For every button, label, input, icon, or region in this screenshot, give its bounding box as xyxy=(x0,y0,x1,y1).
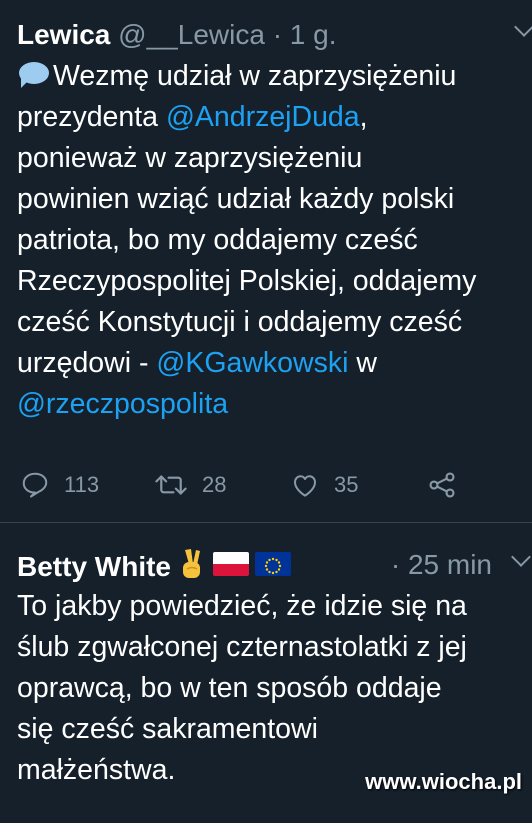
author-name[interactable]: Lewica xyxy=(17,19,110,50)
tweet-line: urzędowi - @KGawkowski w xyxy=(17,343,532,384)
author-name[interactable]: Betty White xyxy=(17,551,171,582)
speech-balloon-icon xyxy=(17,61,51,89)
chevron-down-icon[interactable] xyxy=(514,17,532,37)
reply-count: 113 xyxy=(64,472,100,497)
tweet-time[interactable]: 1 g. xyxy=(290,19,337,50)
tweet-text-segment: oprawcą, bo w ten sposób oddaje xyxy=(17,672,442,704)
tweet-lewica[interactable]: Lewica @__Lewica · 1 g. Wezmę udział w z… xyxy=(0,0,532,520)
tweet-text-segment: powinien wziąć udział każdy polski xyxy=(17,183,455,215)
author-handle[interactable]: @__Lewica xyxy=(118,19,265,50)
tweet-line: się cześć sakramentowi xyxy=(17,709,532,750)
tweet-text-segment: Wezmę udział w zaprzysiężeniu xyxy=(53,60,457,92)
share-icon xyxy=(429,472,455,498)
tweet-text-segment: prezydenta xyxy=(17,101,166,133)
tweet-time-block: · 25 min xyxy=(391,548,492,582)
tweet-divider xyxy=(0,522,532,523)
reply-icon xyxy=(22,472,48,498)
tweet-line: cześć Konstytucji i oddajemy cześć xyxy=(17,302,532,343)
retweet-icon xyxy=(155,475,187,495)
tweet-line: ślub zgwałconej czternastolatki z jej xyxy=(17,627,532,668)
separator-dot: · xyxy=(272,19,283,50)
tweet-body: Wezmę udział w zaprzysiężeniu prezydenta… xyxy=(17,56,532,425)
name-emojis xyxy=(179,548,291,580)
flag-poland-icon xyxy=(213,552,249,576)
watermark: www.wiocha.pl xyxy=(365,769,522,794)
retweet-count: 28 xyxy=(202,472,227,497)
tweet-line: patriota, bo my oddajemy cześć xyxy=(17,220,532,261)
tweet-text-segment: , xyxy=(359,101,368,133)
tweet-text-segment: To jakby powiedzieć, że idzie się na xyxy=(17,590,467,622)
tweet-text-segment: urzędowi - xyxy=(17,347,157,379)
mention-link[interactable]: @AndrzejDuda xyxy=(166,101,360,133)
retweet-button[interactable]: 28 xyxy=(154,467,226,503)
heart-icon xyxy=(294,475,316,497)
tweet-line: oprawcą, bo w ten sposób oddaje xyxy=(17,668,532,709)
like-count: 35 xyxy=(334,472,359,497)
tweet-line: ponieważ w zaprzysiężeniu xyxy=(17,138,532,179)
mention-link[interactable]: @rzeczpospolita xyxy=(17,388,228,420)
flag-eu-icon xyxy=(255,552,291,576)
tweet-actions: 113 28 35 xyxy=(0,467,532,503)
tweet-line: Wezmę udział w zaprzysiężeniu xyxy=(17,56,532,97)
tweet-time[interactable]: 25 min xyxy=(408,549,492,580)
reply-button[interactable]: 113 xyxy=(20,467,99,503)
tweet-text-segment: patriota, bo my oddajemy cześć xyxy=(17,224,418,256)
tweet-header: Betty White xyxy=(17,548,291,584)
tweet-line: @rzeczpospolita xyxy=(17,384,532,425)
tweet-line: powinien wziąć udział każdy polski xyxy=(17,179,532,220)
mention-link[interactable]: @KGawkowski xyxy=(156,347,348,379)
like-button[interactable]: 35 xyxy=(290,467,358,503)
tweet-text-segment: ponieważ w zaprzysiężeniu xyxy=(17,142,363,174)
tweet-text-segment: się cześć sakramentowi xyxy=(17,713,318,745)
tweet-line: Rzeczypospolitej Polskiej, oddajemy xyxy=(17,261,532,302)
tweet-body: To jakby powiedzieć, że idzie się na ślu… xyxy=(17,586,532,791)
tweet-header: Lewica @__Lewica · 1 g. xyxy=(17,18,337,52)
share-button[interactable] xyxy=(426,467,458,503)
tweet-text-segment: Rzeczypospolitej Polskiej, oddajemy xyxy=(17,265,477,297)
separator-dot: · xyxy=(390,549,401,580)
tweet-line: To jakby powiedzieć, że idzie się na xyxy=(17,586,532,627)
tweet-line: prezydenta @AndrzejDuda, xyxy=(17,97,532,138)
chevron-down-icon[interactable] xyxy=(511,547,531,567)
tweet-text-segment: cześć Konstytucji i oddajemy cześć xyxy=(17,306,463,338)
tweet-text-segment: w xyxy=(348,347,377,379)
victory-hand-icon xyxy=(183,549,200,578)
tweet-text-segment: małżeństwa. xyxy=(17,754,176,786)
tweet-text-segment: ślub zgwałconej czternastolatki z jej xyxy=(17,631,467,663)
